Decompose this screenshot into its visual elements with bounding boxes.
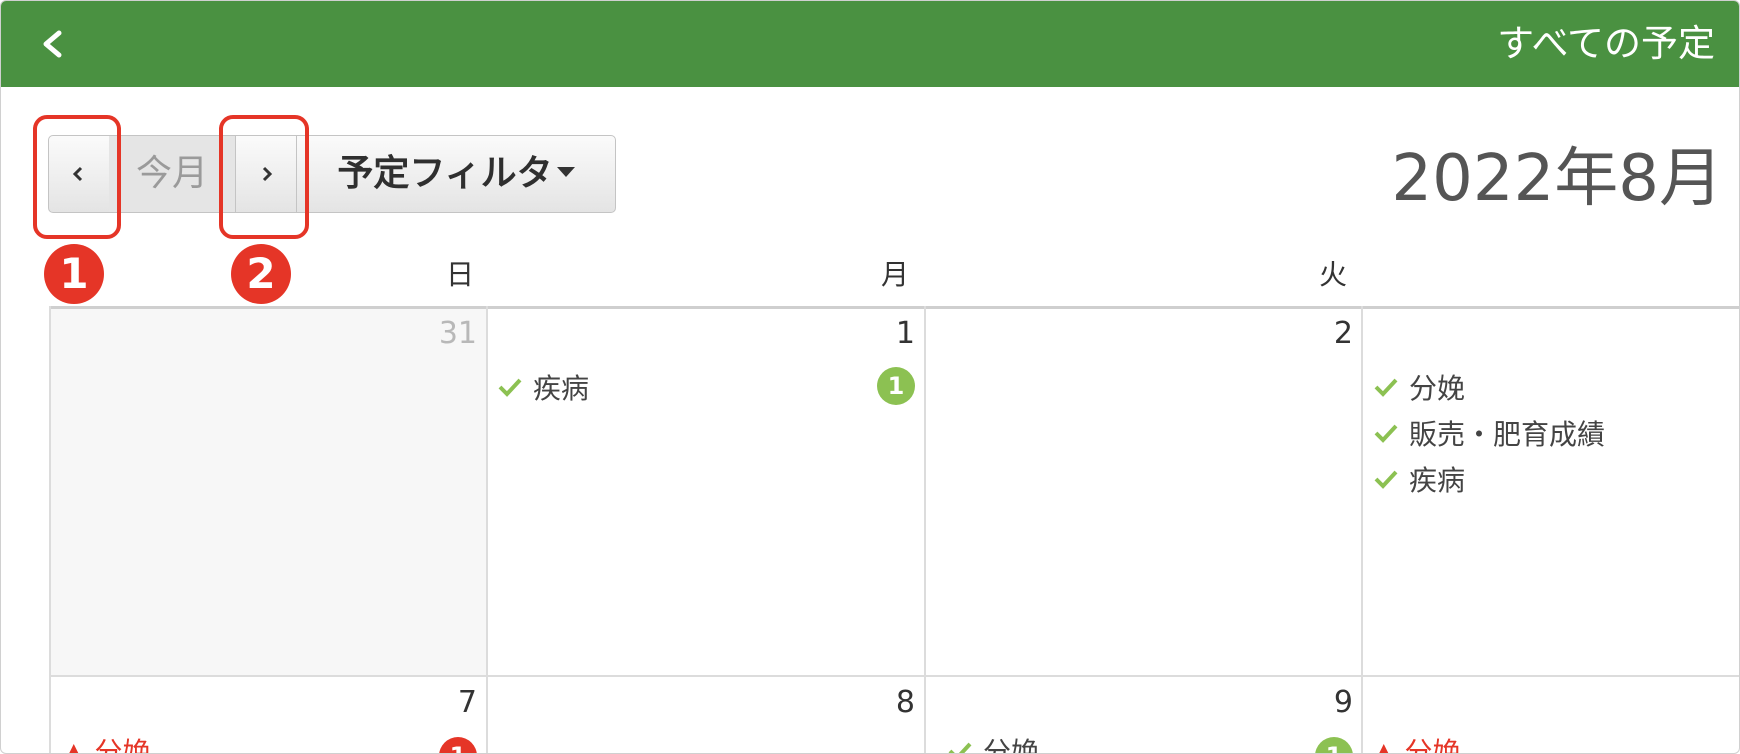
app-header: すべての予定 [1, 1, 1739, 87]
highlight-box-next [219, 115, 309, 239]
this-month-button[interactable]: 今月 [109, 135, 235, 213]
event-count-badge[interactable]: 1 [877, 367, 915, 405]
chevron-left-icon [43, 30, 62, 58]
calendar-event-alert[interactable]: ▲ 分娩 [1373, 735, 1461, 754]
calendar-event[interactable]: 疾病 [497, 371, 589, 407]
calendar-event[interactable]: 分娩 [947, 735, 1039, 753]
highlight-box-prev [33, 115, 121, 239]
event-filter-dropdown[interactable]: 予定フィルタ [296, 135, 616, 213]
back-button[interactable] [37, 19, 77, 69]
calendar-cell-other-month [50, 309, 486, 675]
annotation-marker-1: 1 [44, 244, 104, 304]
calendar-event-alert[interactable]: ▲ 分娩 [63, 735, 151, 754]
day-number: 31 [438, 316, 477, 351]
check-icon [1374, 470, 1398, 489]
page-title: すべての予定 [1497, 22, 1715, 65]
calendar-event[interactable]: 販売・肥育成績 [1373, 417, 1605, 453]
day-number: 2 [1333, 316, 1353, 351]
check-icon [1374, 424, 1398, 443]
weekday-header-mon: 月 [881, 258, 910, 291]
calendar-event[interactable]: 疾病 [1373, 463, 1465, 499]
day-number: 1 [895, 316, 915, 351]
check-icon [498, 378, 522, 397]
calendar-event[interactable]: 分娩 [1373, 371, 1465, 407]
day-number: 7 [457, 685, 477, 720]
day-number: 9 [1333, 685, 1353, 720]
app-window: すべての予定 今月 予定フィルタ 1 2 2022年8月 日 月 火 31 1 … [0, 0, 1740, 754]
alert-icon: ▲ [63, 736, 85, 754]
annotation-marker-2: 2 [231, 244, 291, 304]
caret-down-icon [556, 167, 575, 177]
month-title: 2022年8月 [1391, 142, 1723, 216]
alert-icon: ▲ [1373, 736, 1395, 754]
event-count-badge[interactable]: 1 [439, 737, 477, 753]
event-filter-label: 予定フィルタ [337, 153, 553, 194]
check-icon [1374, 378, 1398, 397]
weekday-header-sun: 日 [446, 258, 475, 291]
event-count-badge[interactable]: 1 [1315, 737, 1353, 753]
day-number: 8 [895, 685, 915, 720]
weekday-header-tue: 火 [1319, 258, 1348, 291]
check-icon [948, 742, 972, 753]
